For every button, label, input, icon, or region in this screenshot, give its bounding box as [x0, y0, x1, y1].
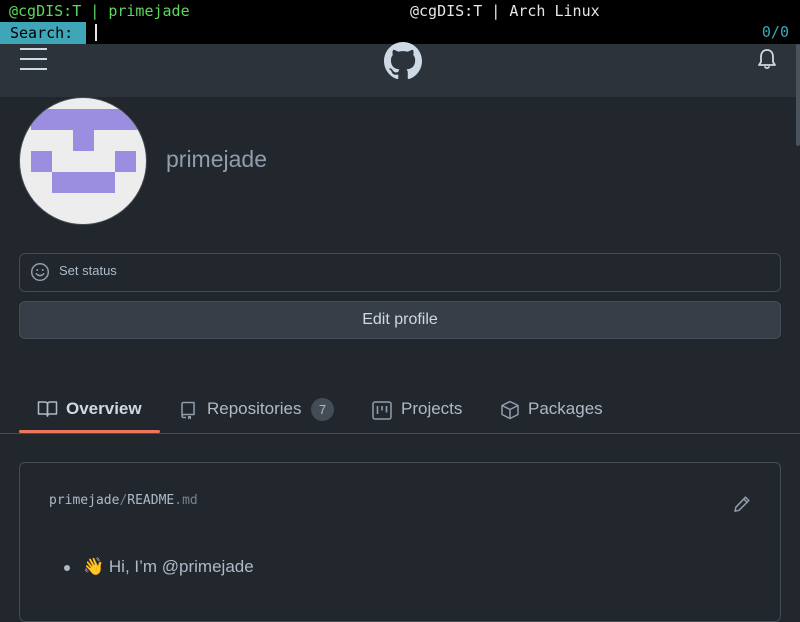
edit-profile-button[interactable]: Edit profile [19, 301, 781, 339]
tab-projects-label: Projects [401, 399, 463, 418]
repo-icon [181, 401, 195, 420]
site-header [0, 42, 800, 97]
status-placeholder: Set status [59, 263, 117, 278]
terminal-bar: @cgDIS:T | primejade @cgDIS:T | Arch Lin… [0, 0, 800, 44]
bell-icon[interactable] [757, 48, 777, 70]
hamburger-icon[interactable] [20, 46, 47, 72]
readme-owner-link[interactable]: primejade [49, 493, 119, 508]
active-tab-indicator [19, 430, 160, 433]
tab-repositories[interactable]: Repositories 7 [180, 386, 340, 433]
list-bullet [64, 565, 70, 571]
avatar[interactable] [19, 97, 147, 225]
smiley-icon [30, 262, 50, 282]
scrollbar[interactable] [796, 44, 800, 146]
window-title: @cgDIS:T | Arch Linux [410, 2, 600, 20]
project-icon [372, 401, 392, 420]
set-status-button[interactable]: Set status [19, 253, 781, 292]
tab-repositories-label: Repositories [207, 399, 302, 418]
profile-username: primejade [166, 146, 267, 172]
book-icon [37, 401, 58, 417]
readme-list-item: 👋 Hi, I’m @primejade [83, 557, 254, 576]
terminal-left-title: @cgDIS:T | primejade [9, 2, 190, 20]
readme-breadcrumb: primejade/README.md [49, 493, 198, 508]
identicon-image [31, 109, 137, 193]
search-input[interactable] [95, 24, 97, 41]
search-match-count: 0/0 [761, 23, 789, 41]
search-label: Search: [0, 22, 86, 44]
tab-projects[interactable]: Projects [372, 386, 472, 433]
readme-file-extension: .md [174, 493, 198, 508]
repositories-count-badge: 7 [311, 398, 334, 421]
readme-file-name[interactable]: README [127, 493, 174, 508]
readme-card: primejade/README.md 👋 Hi, I’m @primejade [19, 462, 781, 622]
tab-packages[interactable]: Packages [500, 386, 610, 433]
tab-overview-label: Overview [66, 399, 142, 418]
github-logo-icon[interactable] [384, 42, 422, 80]
tab-packages-label: Packages [528, 399, 603, 418]
tab-overview[interactable]: Overview [37, 386, 160, 433]
profile-tabs: Overview Repositories 7 Projects Package… [0, 386, 800, 434]
package-icon [501, 400, 519, 420]
pencil-icon[interactable] [733, 495, 751, 513]
